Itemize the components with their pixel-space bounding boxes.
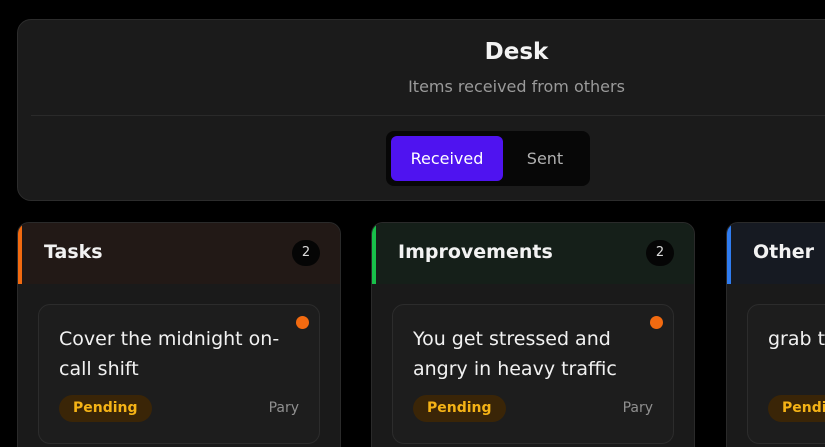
tasks-column: Tasks 2 Cover the midnight on-call shift… bbox=[17, 222, 341, 447]
desk-page: Desk Items received from others Received… bbox=[0, 0, 825, 447]
card-author: Pary bbox=[268, 400, 299, 416]
column-title: Tasks bbox=[44, 241, 103, 263]
other-column: Other grab the trash out of Pending bbox=[726, 222, 825, 447]
unread-dot-icon bbox=[650, 316, 663, 329]
column-title: Improvements bbox=[398, 241, 553, 263]
improvements-column-header: Improvements 2 bbox=[372, 223, 694, 284]
tasks-column-header: Tasks 2 bbox=[18, 223, 340, 284]
card-text: grab the trash out of bbox=[768, 328, 825, 350]
status-badge: Pending bbox=[413, 395, 506, 422]
column-title: Other bbox=[753, 241, 815, 263]
sent-tab[interactable]: Sent bbox=[503, 136, 587, 181]
header-divider bbox=[31, 115, 825, 116]
task-card[interactable]: Cover the midnight on-call shift Pending… bbox=[38, 304, 320, 444]
other-card[interactable]: grab the trash out of Pending bbox=[747, 304, 825, 444]
status-badge: Pending bbox=[59, 395, 152, 422]
card-text: You get stressed and angry in heavy traf… bbox=[413, 328, 617, 380]
column-count-badge: 2 bbox=[646, 240, 674, 266]
status-badge: Pending bbox=[768, 395, 825, 422]
card-text: Cover the midnight on-call shift bbox=[59, 328, 280, 380]
improvements-column: Improvements 2 You get stressed and angr… bbox=[371, 222, 695, 447]
page-subtitle: Items received from others bbox=[408, 77, 625, 96]
received-sent-toggle: Received Sent bbox=[386, 131, 590, 186]
improvement-card[interactable]: You get stressed and angry in heavy traf… bbox=[392, 304, 674, 444]
unread-dot-icon bbox=[296, 316, 309, 329]
column-count-badge: 2 bbox=[292, 240, 320, 266]
other-column-header: Other bbox=[727, 223, 825, 284]
page-title: Desk bbox=[484, 39, 549, 65]
received-tab[interactable]: Received bbox=[391, 136, 503, 181]
card-author: Pary bbox=[622, 400, 653, 416]
